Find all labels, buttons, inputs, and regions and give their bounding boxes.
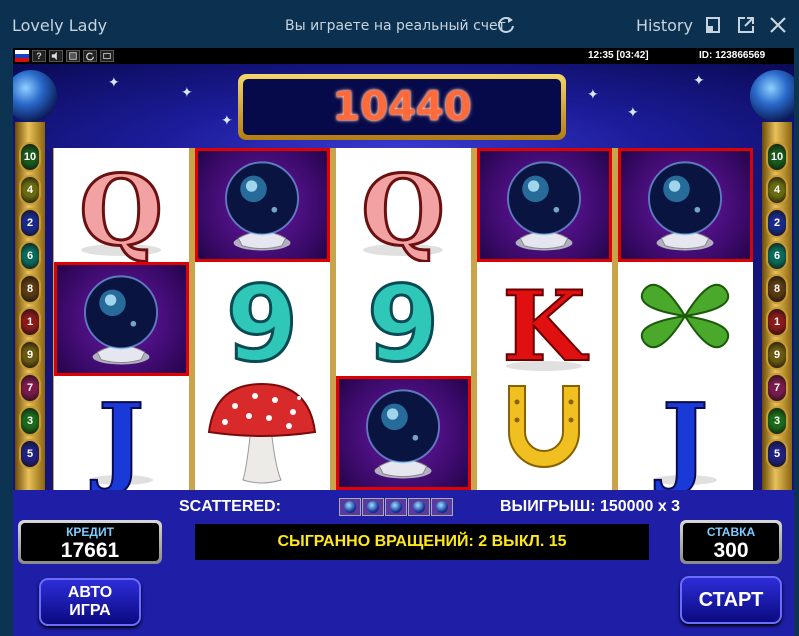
- payline-marker: 7: [19, 373, 41, 403]
- payline-markers-right: 10 4 2 6 8 1 9 7 3 5: [766, 142, 794, 469]
- reel-3: Q9: [336, 148, 471, 490]
- fullscreen-icon[interactable]: [66, 50, 80, 62]
- bet-panel[interactable]: СТАВКА 300: [680, 520, 782, 564]
- scatter-crystal-ball-icon: [408, 498, 430, 516]
- start-label: СТАРТ: [698, 588, 764, 611]
- scattered-label: SCATTERED:: [179, 498, 281, 515]
- payline-marker: 4: [766, 175, 788, 205]
- crystal-ball-symbol: [477, 148, 612, 262]
- scatter-crystal-ball-icon: [431, 498, 453, 516]
- svg-text:Q: Q: [79, 154, 163, 262]
- app-title: Lovely Lady: [12, 16, 108, 35]
- svg-text:Q: Q: [361, 154, 445, 262]
- payline-marker: 3: [766, 406, 788, 436]
- svg-text:9: 9: [367, 263, 439, 376]
- player-id: ID: 123866569: [699, 50, 766, 61]
- crystal-ball-symbol: [336, 376, 471, 490]
- close-icon[interactable]: [768, 15, 788, 35]
- reels-area: QJ9Q9KJ: [53, 148, 753, 490]
- game-window: Lovely Lady Вы играете на реальный счет …: [0, 0, 799, 636]
- scatter-crystal-ball-icon: [362, 498, 384, 516]
- payline-marker: 3: [19, 406, 41, 436]
- payline-marker: 4: [19, 175, 41, 205]
- crystal-ball-symbol: [195, 148, 330, 262]
- 9-symbol: 9: [336, 262, 471, 376]
- win-amount: 10440: [332, 84, 472, 130]
- win-line-text: ВЫИГРЫШ: 150000 x 3: [500, 498, 681, 515]
- real-account-note: Вы играете на реальный счет: [285, 18, 506, 34]
- autoplay-line1: АВТО: [67, 584, 113, 601]
- svg-text:9: 9: [226, 263, 298, 376]
- credit-label: КРЕДИТ: [66, 525, 114, 539]
- scatter-icons: [339, 498, 453, 516]
- reel-2: 9: [195, 148, 330, 490]
- start-button[interactable]: СТАРТ: [680, 576, 782, 624]
- payline-marker: 5: [19, 439, 41, 469]
- scatter-crystal-ball-icon: [385, 498, 407, 516]
- payline-marker: 6: [766, 241, 788, 271]
- J-symbol: J: [54, 376, 189, 490]
- credit-value: 17661: [60, 539, 120, 562]
- reload-icon[interactable]: [83, 50, 97, 62]
- credit-panel: КРЕДИТ 17661: [18, 520, 162, 564]
- settings-icon[interactable]: [100, 50, 114, 62]
- minimize-window-icon[interactable]: [703, 15, 723, 35]
- bet-label: СТАВКА: [706, 525, 756, 539]
- K-symbol: K: [477, 262, 612, 376]
- reel-5: J: [618, 148, 753, 490]
- payline-marker: 1: [19, 307, 41, 337]
- svg-text:J: J: [90, 383, 144, 490]
- payline-markers-left: 10 4 2 6 8 1 9 7 3 5: [19, 142, 47, 469]
- open-external-icon[interactable]: [736, 15, 756, 35]
- status-bar: ? 12:35 [03:42] ID: 123866569: [13, 48, 794, 64]
- J-symbol: J: [618, 376, 753, 490]
- payline-marker: 8: [19, 274, 41, 304]
- horseshoe-symbol: [477, 376, 612, 490]
- payline-marker: 2: [19, 208, 41, 238]
- svg-text:J: J: [654, 383, 708, 490]
- game-area: ✦ ✦ ✦ ✦ ✦ ✦ 10440 10 4 2 6 8 1 9 7 3 5 10 4 2 6 8 1 9 7 3…: [13, 64, 794, 636]
- payline-marker: 8: [766, 274, 788, 304]
- svg-text:K: K: [502, 270, 589, 376]
- payline-marker: 10: [766, 142, 788, 172]
- mushroom-symbol: [195, 376, 330, 490]
- payline-marker: 6: [19, 241, 41, 271]
- payline-marker: 5: [766, 439, 788, 469]
- Q-symbol: Q: [54, 148, 189, 262]
- 9-symbol: 9: [195, 262, 330, 376]
- bet-value: 300: [713, 539, 749, 562]
- payline-marker: 10: [19, 142, 41, 172]
- history-link[interactable]: History: [636, 16, 693, 35]
- crystal-ball-symbol: [618, 148, 753, 262]
- payline-marker: 7: [766, 373, 788, 403]
- title-bar: Lovely Lady Вы играете на реальный счет …: [0, 0, 799, 50]
- crystal-orb-right-decoration: [750, 70, 794, 122]
- payline-marker: 1: [766, 307, 788, 337]
- payline-marker: 2: [766, 208, 788, 238]
- autoplay-line2: ИГРА: [69, 602, 111, 619]
- reel-1: QJ: [54, 148, 189, 490]
- control-panel: SCATTERED: ВЫИГРЫШ: 150000 x 3 КРЕДИТ 17…: [13, 490, 794, 636]
- payline-marker: 9: [19, 340, 41, 370]
- spins-message: СЫГРАННО ВРАЩЕНИЙ: 2 ВЫКЛ. 15: [277, 533, 567, 550]
- sound-icon[interactable]: [49, 50, 63, 62]
- clover-symbol: [618, 262, 753, 376]
- refresh-icon[interactable]: [496, 15, 516, 35]
- scatter-crystal-ball-icon: [339, 498, 361, 516]
- session-clock: 12:35 [03:42]: [588, 50, 649, 61]
- payline-marker: 9: [766, 340, 788, 370]
- crystal-ball-symbol: [54, 262, 189, 376]
- autoplay-button[interactable]: АВТО ИГРА: [39, 578, 141, 626]
- help-button[interactable]: ?: [32, 50, 46, 62]
- win-display: 10440: [238, 74, 566, 140]
- russian-flag-icon[interactable]: [15, 50, 29, 62]
- Q-symbol: Q: [336, 148, 471, 262]
- reel-4: K: [477, 148, 612, 490]
- message-box: СЫГРАННО ВРАЩЕНИЙ: 2 ВЫКЛ. 15: [195, 524, 649, 560]
